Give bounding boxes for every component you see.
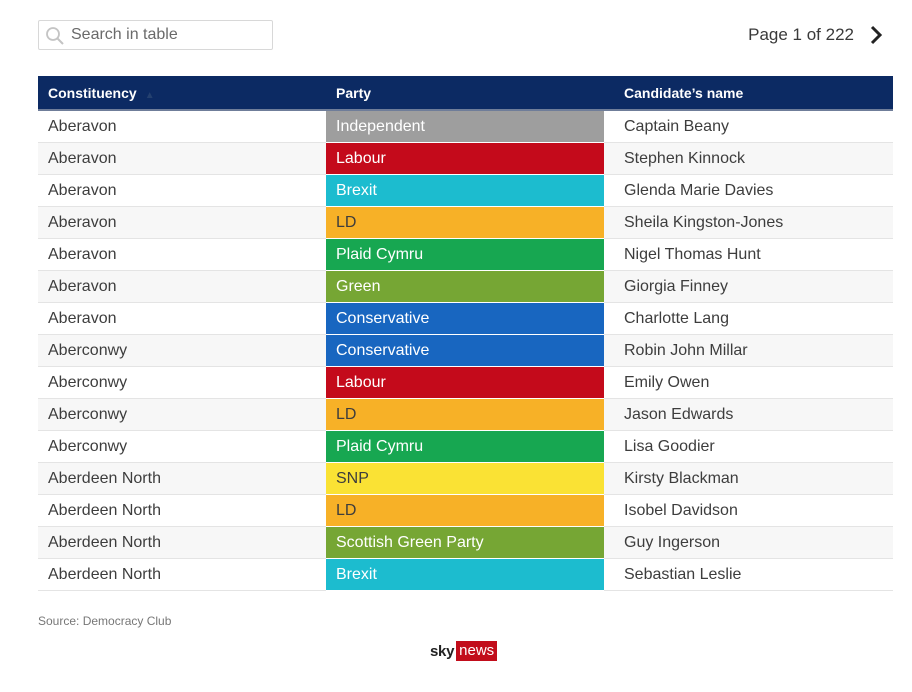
header-party[interactable]: Party [326,76,604,111]
table-body: Aberavon Independent Captain Beany Aberavon… [38,110,893,591]
cell-candidate: Lisa Goodier [604,430,893,463]
table-row: Aberconwy Labour Emily Owen [38,366,893,399]
pagination: Page 1 of 222 [748,20,884,50]
table-row: Aberavon Independent Captain Beany [38,110,893,143]
cell-constituency: Aberdeen North [38,526,326,559]
cell-party: LD [326,494,604,527]
cell-constituency: Aberdeen North [38,558,326,591]
cell-constituency: Aberavon [38,142,326,175]
table-row: Aberdeen North SNP Kirsty Blackman [38,462,893,495]
search-icon [46,27,64,45]
cell-candidate: Captain Beany [604,110,893,143]
cell-candidate: Emily Owen [604,366,893,399]
logo-news-text: news [456,641,498,661]
chevron-right-icon[interactable] [868,24,884,46]
header-candidate[interactable]: Candidate’s name [604,76,893,111]
table-row: Aberconwy LD Jason Edwards [38,398,893,431]
cell-party: Brexit [326,558,604,591]
table-row: Aberavon Labour Stephen Kinnock [38,142,893,175]
table-row: Aberavon LD Sheila Kingston-Jones [38,206,893,239]
table-row: Aberdeen North Scottish Green Party Guy In… [38,526,893,559]
cell-candidate: Glenda Marie Davies [604,174,893,207]
table-row: Aberavon Brexit Glenda Marie Davies [38,174,893,207]
cell-constituency: Aberdeen North [38,494,326,527]
cell-party: Green [326,270,604,303]
cell-constituency: Aberavon [38,270,326,303]
cell-constituency: Aberavon [38,206,326,239]
cell-candidate: Jason Edwards [604,398,893,431]
logo-sky-text: sky [430,642,455,660]
cell-constituency: Aberconwy [38,334,326,367]
cell-candidate: Nigel Thomas Hunt [604,238,893,271]
table-row: Aberavon Conservative Charlotte Lang [38,302,893,335]
cell-candidate: Sheila Kingston-Jones [604,206,893,239]
table-row: Aberdeen North Brexit Sebastian Leslie [38,558,893,591]
cell-constituency: Aberavon [38,238,326,271]
table-row: Aberavon Green Giorgia Finney [38,270,893,303]
candidates-table: Constituency ▲ Party Candidate’s name Abe… [38,76,893,591]
cell-constituency: Aberdeen North [38,462,326,495]
search-input[interactable] [71,24,266,46]
sky-news-logo: sky news [430,641,498,661]
cell-party: Scottish Green Party [326,526,604,559]
source-note: Source: Democracy Club [38,614,172,628]
table-row: Aberconwy Conservative Robin John Millar [38,334,893,367]
cell-party: Plaid Cymru [326,430,604,463]
cell-candidate: Kirsty Blackman [604,462,893,495]
cell-constituency: Aberconwy [38,430,326,463]
cell-party: Brexit [326,174,604,207]
cell-candidate: Isobel Davidson [604,494,893,527]
cell-party: Plaid Cymru [326,238,604,271]
page-indicator: Page 1 of 222 [748,25,854,44]
table-row: Aberavon Plaid Cymru Nigel Thomas Hunt [38,238,893,271]
cell-constituency: Aberconwy [38,366,326,399]
header-label: Party [336,84,372,101]
header-constituency[interactable]: Constituency ▲ [38,76,326,111]
cell-constituency: Aberavon [38,302,326,335]
cell-party: Conservative [326,334,604,367]
cell-party: Conservative [326,302,604,335]
cell-party: Independent [326,110,604,143]
cell-party: LD [326,206,604,239]
table-row: Aberdeen North LD Isobel Davidson [38,494,893,527]
header-label: Constituency [48,84,137,101]
cell-candidate: Charlotte Lang [604,302,893,335]
cell-candidate: Giorgia Finney [604,270,893,303]
cell-party: Labour [326,366,604,399]
table-row: Aberconwy Plaid Cymru Lisa Goodier [38,430,893,463]
cell-candidate: Stephen Kinnock [604,142,893,175]
table-header-row: Constituency ▲ Party Candidate’s name [38,76,893,111]
search-box[interactable] [38,20,273,50]
cell-party: Labour [326,142,604,175]
cell-constituency: Aberavon [38,110,326,143]
cell-candidate: Robin John Millar [604,334,893,367]
cell-constituency: Aberavon [38,174,326,207]
cell-candidate: Guy Ingerson [604,526,893,559]
header-label: Candidate’s name [624,84,744,101]
cell-candidate: Sebastian Leslie [604,558,893,591]
cell-party: LD [326,398,604,431]
cell-constituency: Aberconwy [38,398,326,431]
sort-up-icon[interactable]: ▲ [145,90,155,101]
cell-party: SNP [326,462,604,495]
